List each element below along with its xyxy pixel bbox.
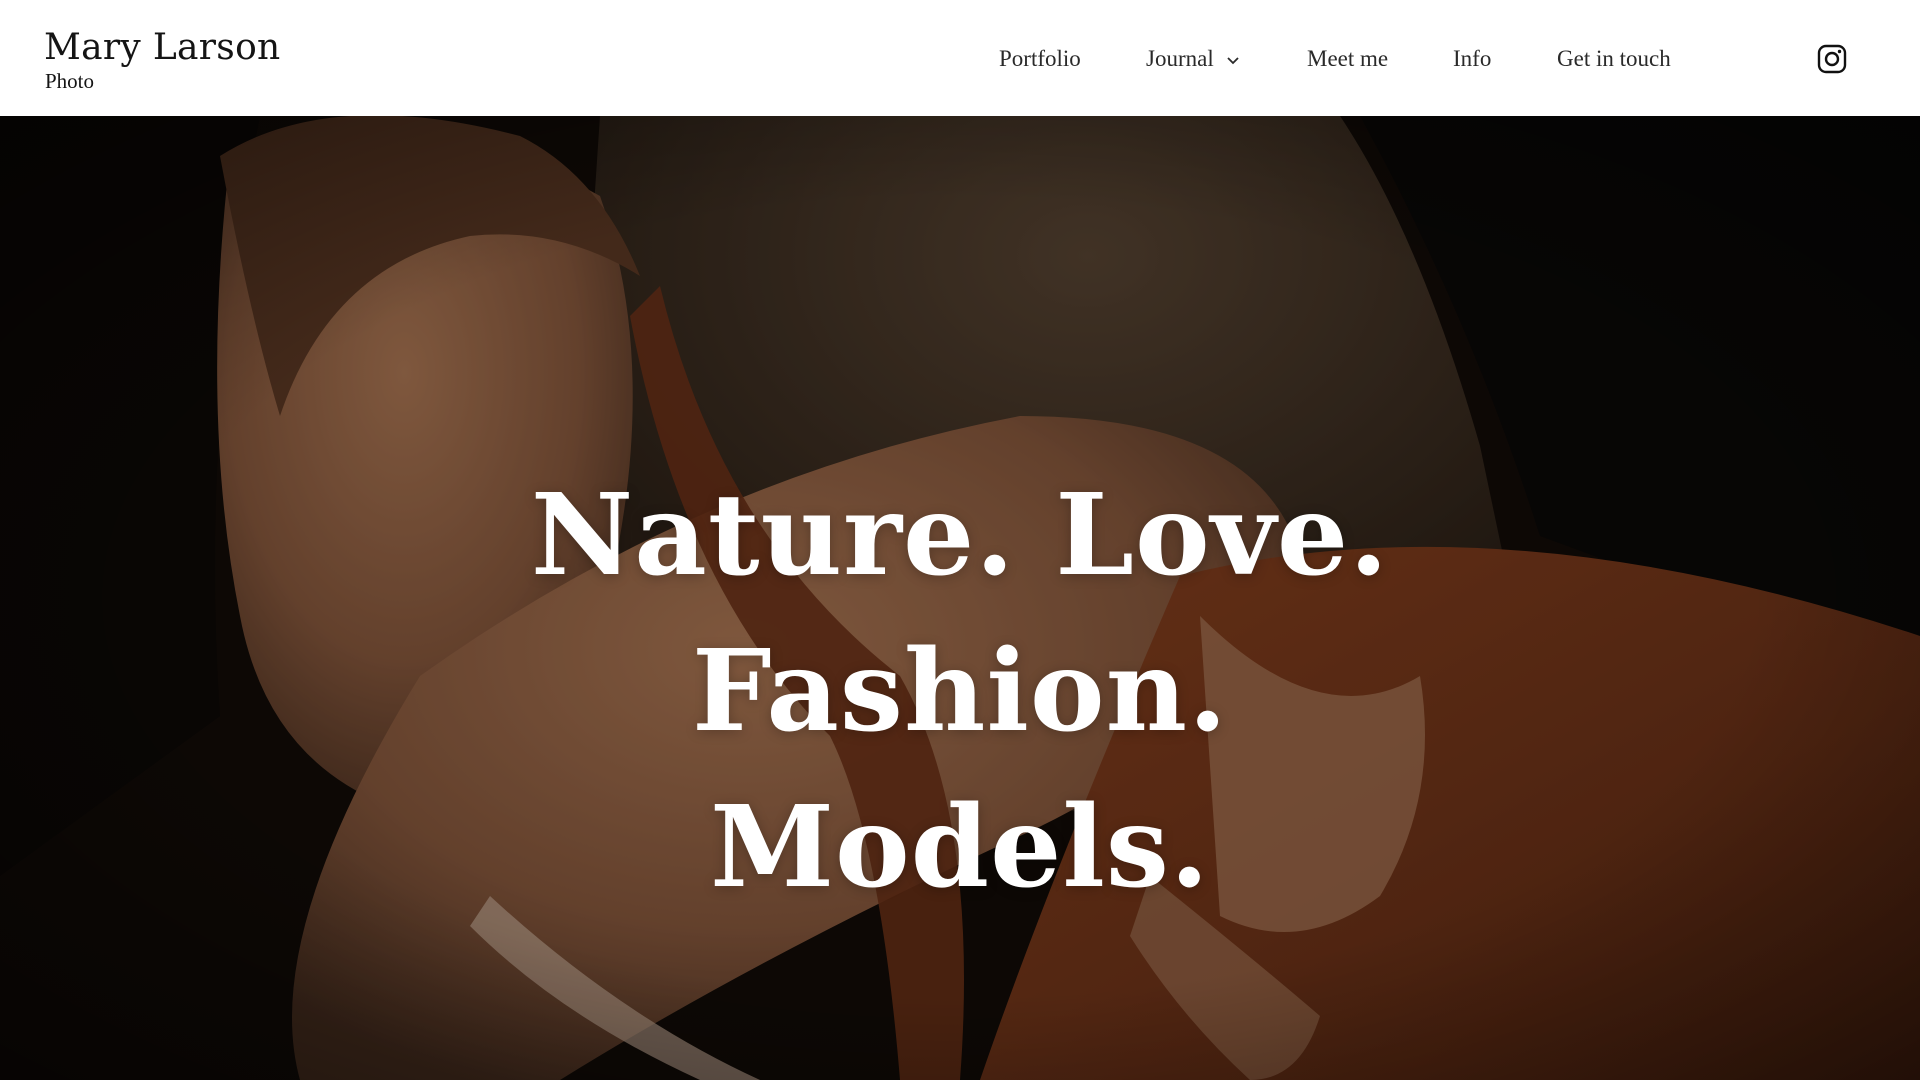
nav-portfolio[interactable]: Portfolio: [999, 44, 1081, 74]
hero-line-1: Nature. Love.: [530, 470, 1390, 601]
nav-journal-label: Journal: [1146, 46, 1214, 71]
hero-line-2: Fashion.: [691, 626, 1229, 757]
nav-meet-me[interactable]: Meet me: [1307, 44, 1388, 74]
chevron-down-icon: [1226, 44, 1240, 74]
site-header: Mary Larson Photo Portfolio Journal Meet…: [0, 0, 1920, 116]
instagram-icon[interactable]: [1817, 44, 1847, 74]
hero-headline: Nature. Love. Fashion. Models.: [0, 116, 1920, 1080]
hero-section: Nature. Love. Fashion. Models.: [0, 116, 1920, 1080]
hero-line-3: Models.: [710, 782, 1210, 913]
brand-title[interactable]: Mary Larson: [44, 26, 281, 70]
brand-logo[interactable]: Mary Larson Photo: [44, 26, 281, 92]
nav-get-in-touch[interactable]: Get in touch: [1557, 44, 1671, 74]
nav-journal[interactable]: Journal: [1146, 44, 1240, 76]
nav-info[interactable]: Info: [1453, 44, 1491, 74]
brand-subtitle: Photo: [45, 69, 95, 93]
